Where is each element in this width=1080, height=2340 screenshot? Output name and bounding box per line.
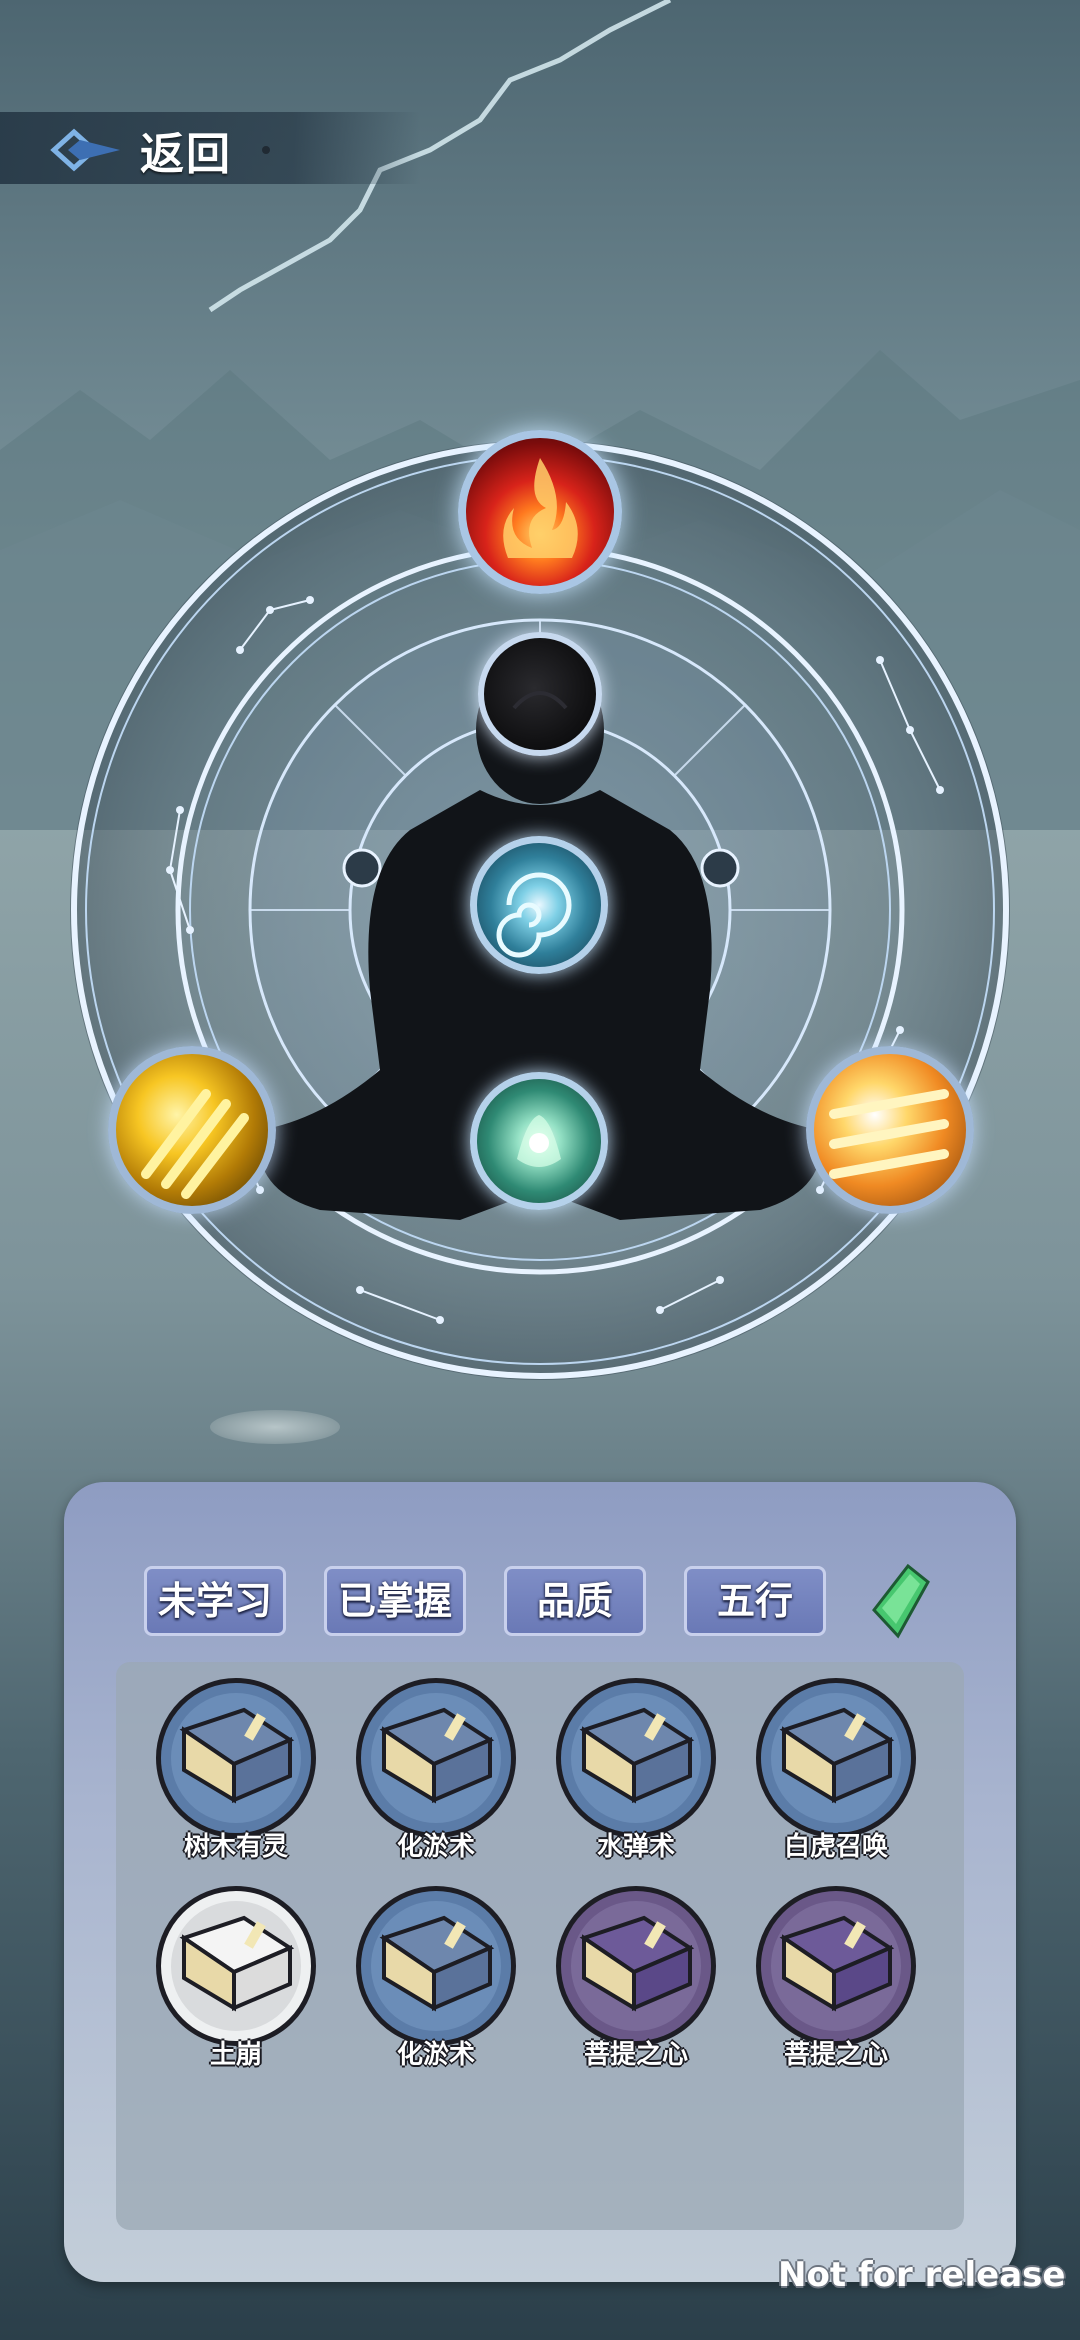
metal-skill-orb-right[interactable]: [806, 1046, 974, 1214]
fire-skill-icon: [503, 458, 578, 558]
green-gem-icon[interactable]: [864, 1560, 934, 1642]
book-icon: [779, 1707, 895, 1804]
wood-skill-orb[interactable]: [470, 1072, 608, 1210]
skill-book-item[interactable]: 水弹术: [556, 1678, 716, 1862]
filter-unlearned-button[interactable]: 未学习: [144, 1566, 286, 1636]
filter-mastered-button[interactable]: 已掌握: [324, 1566, 466, 1636]
skill-book-item[interactable]: 树木有灵: [156, 1678, 316, 1862]
skill-book-item[interactable]: 化淤术: [356, 1886, 516, 2070]
water-vortex-icon: [496, 872, 572, 958]
book-name: 菩提之心: [583, 2040, 688, 2070]
skill-book-item[interactable]: 菩提之心: [556, 1886, 716, 2070]
book-icon: [779, 1915, 895, 2012]
book-name: 土崩: [209, 2040, 262, 2070]
golden-swords-icon: [141, 1089, 249, 1199]
book-name: 化淤术: [396, 1832, 475, 1862]
skill-book-item[interactable]: 化淤术: [356, 1678, 516, 1862]
water-skill-orb[interactable]: [470, 836, 608, 974]
back-dot: [262, 146, 270, 154]
floating-stone: [210, 1410, 340, 1444]
book-icon: [379, 1707, 495, 1804]
metal-skill-orb-left[interactable]: [108, 1046, 276, 1214]
dark-orb-icon: [512, 691, 568, 710]
skill-book-item[interactable]: 白虎召唤: [756, 1678, 916, 1862]
book-name: 菩提之心: [783, 2040, 888, 2070]
skill-book-item[interactable]: 菩提之心: [756, 1886, 916, 2070]
book-icon: [179, 1915, 295, 2012]
golden-blades-icon: [829, 1089, 949, 1179]
watermark-text: Not for release: [778, 2255, 1066, 2295]
filter-five-elements-button[interactable]: 五行: [684, 1566, 826, 1636]
book-icon: [179, 1707, 295, 1804]
book-name: 化淤术: [396, 2040, 475, 2070]
book-icon: [579, 1915, 695, 2012]
book-icon: [379, 1915, 495, 2012]
green-hand-icon: [517, 1115, 561, 1167]
back-arrow-icon[interactable]: [50, 128, 122, 172]
fire-skill-orb[interactable]: [458, 430, 622, 594]
dark-orb[interactable]: [478, 632, 602, 756]
filter-quality-button[interactable]: 品质: [504, 1566, 646, 1636]
skill-book-item[interactable]: 土崩: [156, 1886, 316, 2070]
book-name: 白虎召唤: [783, 1832, 888, 1862]
back-button[interactable]: 返回: [140, 118, 232, 182]
book-name: 树木有灵: [183, 1832, 288, 1862]
book-name: 水弹术: [596, 1832, 675, 1862]
book-icon: [579, 1707, 695, 1804]
